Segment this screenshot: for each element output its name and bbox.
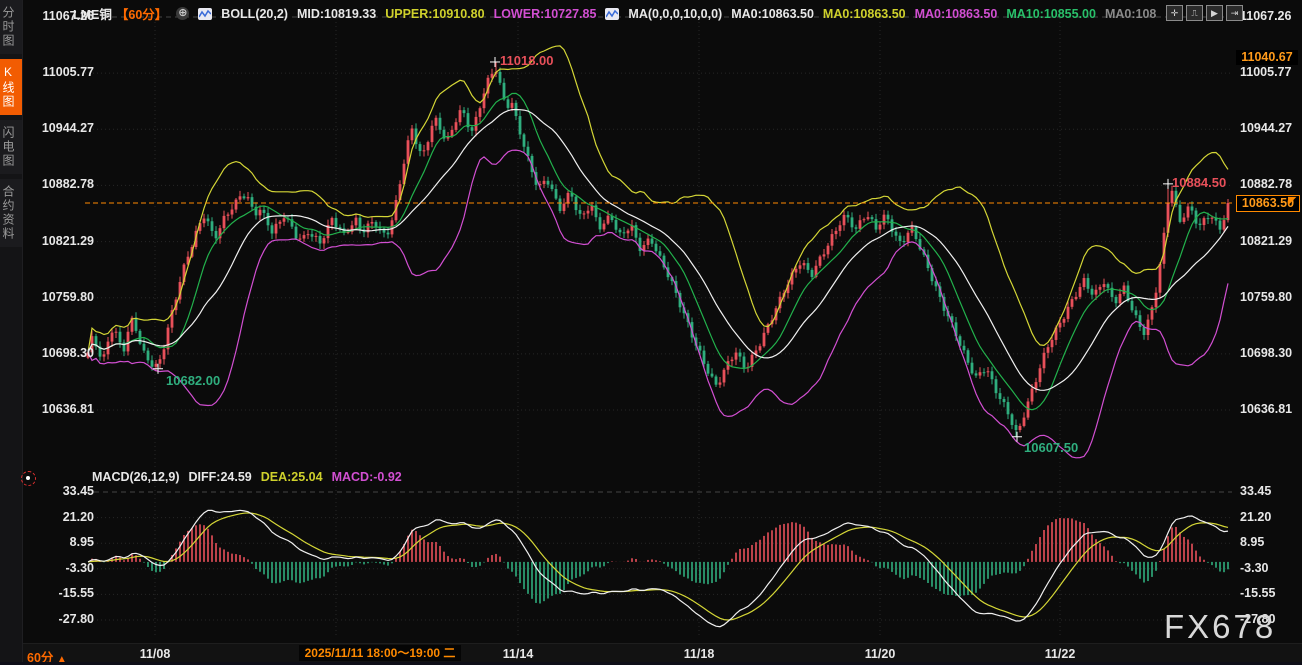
ma0-magenta-value: MA0:10863.50	[915, 7, 998, 21]
macd-axis-label-left: -3.30	[28, 561, 94, 575]
y-axis-label-left: 10759.80	[28, 290, 94, 304]
y-axis-label-right: 10944.27	[1240, 121, 1292, 135]
macd-legend: MACD(26,12,9) DIFF:24.59 DEA:25.04 MACD:…	[92, 470, 402, 484]
macd-diff-value: DIFF:24.59	[189, 470, 252, 484]
macd-axis-label-left: -27.80	[28, 612, 94, 626]
jump-latest-icon[interactable]: ⇥	[1226, 5, 1243, 21]
candlestick-chart[interactable]	[0, 0, 1302, 665]
y-axis-label-left: 10882.78	[28, 177, 94, 191]
macd-axis-label-right: 21.20	[1240, 510, 1271, 524]
trading-terminal: 分时图 K线图 闪电图 合约资料 LME铜 【60分】 ⊕ BOLL(20,2)…	[0, 0, 1302, 665]
boll-mid-value: MID:10819.33	[297, 7, 376, 21]
watermark: FX678	[1164, 608, 1276, 646]
y-axis-label-right: 10882.78	[1240, 177, 1292, 191]
ma0-gray-value: MA0:108	[1105, 7, 1156, 21]
ma0-white-value: MA0:10863.50	[731, 7, 814, 21]
ma-name: MA(0,0,0,10,0,0)	[628, 7, 722, 21]
macd-dea-value: DEA:25.04	[261, 470, 323, 484]
sidebar-item-contract-info[interactable]: 合约资料	[0, 179, 22, 247]
scale-axis-icon[interactable]: ⎍	[1186, 5, 1203, 21]
boll-name: BOLL(20,2)	[221, 7, 288, 21]
period-label[interactable]: 【60分】	[116, 4, 167, 23]
indicator-ma-icon[interactable]	[605, 8, 619, 20]
macd-axis-label-left: 21.20	[28, 510, 94, 524]
macd-axis-label-right: 33.45	[1240, 484, 1271, 498]
low-price-marker: 10682.00	[166, 373, 220, 388]
ma10-green-value: MA10:10855.00	[1006, 7, 1096, 21]
price-arrow-icon: ◤	[1288, 194, 1296, 207]
y-axis-label-left: 10944.27	[28, 121, 94, 135]
high-price-marker-2: 10884.50	[1172, 175, 1226, 190]
y-axis-label-right: 10636.81	[1240, 402, 1292, 416]
boll-lower-value: LOWER:10727.85	[494, 7, 597, 21]
macd-axis-label-left: 33.45	[28, 484, 94, 498]
y-axis-label-left: 10821.29	[28, 234, 94, 248]
y-axis-label-right: 10698.30	[1240, 346, 1292, 360]
pan-icon[interactable]: ✛	[1166, 5, 1183, 21]
low-price-marker-2: 10607.50	[1024, 440, 1078, 455]
macd-hist-value: MACD:-0.92	[332, 470, 402, 484]
x-axis-date-label: 11/20	[865, 647, 896, 661]
macd-name: MACD(26,12,9)	[92, 470, 180, 484]
y-axis-label-right: 10759.80	[1240, 290, 1292, 304]
x-axis-date-label: 11/08	[140, 647, 171, 661]
sidebar-item-kline-chart[interactable]: K线图	[0, 59, 22, 115]
high-price-marker: 11018.00	[500, 53, 554, 68]
sidebar: 分时图 K线图 闪电图 合约资料	[0, 0, 23, 665]
y-axis-label-right: 11005.77	[1240, 65, 1291, 79]
macd-axis-label-right: 8.95	[1240, 535, 1264, 549]
y-axis-label-right: 10821.29	[1240, 234, 1292, 248]
y-axis-label-left: 10698.30	[28, 346, 94, 360]
y-axis-label-right: 11067.26	[1240, 9, 1291, 23]
macd-axis-label-right: -3.30	[1240, 561, 1269, 575]
boll-upper-value: UPPER:10910.80	[385, 7, 484, 21]
macd-axis-label-right: -15.55	[1240, 586, 1275, 600]
main-legend: LME铜 【60分】 ⊕ BOLL(20,2) MID:10819.33 UPP…	[73, 4, 1156, 23]
sidebar-item-time-chart[interactable]: 分时图	[0, 0, 22, 54]
macd-axis-label-left: 8.95	[28, 535, 94, 549]
ma0-yellow-value: MA0:10863.50	[823, 7, 906, 21]
session-high-badge: 11040.67	[1236, 50, 1298, 65]
y-axis-label-left: 10636.81	[28, 402, 94, 416]
playback-icon[interactable]: ▶	[1206, 5, 1223, 21]
crosshair-time-readout: 2025/11/11 18:00～19:00 二	[299, 645, 461, 661]
time-axis-bar	[22, 643, 1302, 663]
x-axis-date-label: 11/22	[1045, 647, 1076, 661]
x-axis-date-label: 11/14	[503, 647, 534, 661]
y-axis-label-left: 11067.26	[28, 9, 94, 23]
y-axis-label-left: 11005.77	[28, 65, 94, 79]
x-axis-date-label: 11/18	[684, 647, 715, 661]
add-indicator-icon[interactable]: ⊕	[176, 7, 189, 20]
crosshair-target-icon[interactable]	[21, 471, 36, 486]
indicator-boll-icon[interactable]	[198, 8, 212, 20]
sidebar-item-flash-chart[interactable]: 闪电图	[0, 120, 22, 174]
macd-axis-label-left: -15.55	[28, 586, 94, 600]
